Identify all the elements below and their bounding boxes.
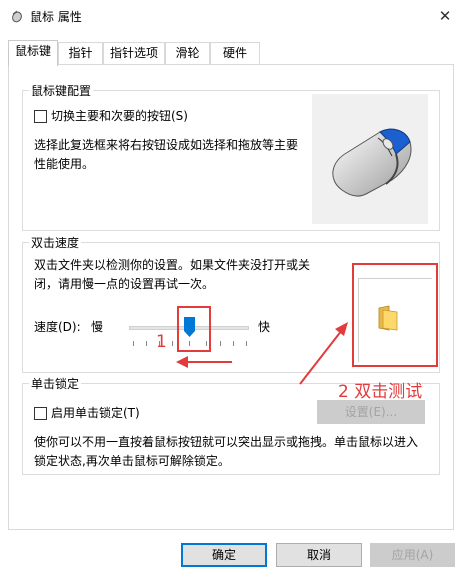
slider-tick (233, 341, 234, 346)
double-click-description: 双击文件夹以检测你的设置。如果文件夹没打开或关闭，请用慢一点的设置再试一次。 (34, 258, 311, 291)
slider-tick (146, 341, 147, 346)
click-lock-settings-button[interactable]: 设置(E)... (317, 400, 425, 424)
cancel-button[interactable]: 取消 (276, 543, 362, 567)
slider-tick (246, 341, 247, 346)
tab-pointer-options[interactable]: 指针选项 (103, 42, 165, 64)
mouse-illustration (332, 128, 412, 197)
tab-pointers[interactable]: 指针 (58, 42, 103, 64)
slider-tick (172, 341, 173, 346)
button-config-group-title: 鼠标键配置 (29, 82, 94, 99)
slider-tick (220, 341, 221, 346)
speed-slider-thumb[interactable] (184, 317, 195, 337)
folder-icon[interactable] (375, 304, 403, 332)
swap-buttons-description: 选择此复选框来将右按钮设成如选择和拖放等主要性能使用。 (34, 138, 299, 171)
speed-label: 速度(D): (34, 320, 81, 334)
mouse-icon (12, 10, 22, 23)
annotation-step-two: 2 双击测试 (338, 382, 423, 402)
tab-wheel[interactable]: 滑轮 (165, 42, 210, 64)
tab-buttons[interactable]: 鼠标键 (8, 40, 58, 66)
ok-button[interactable]: 确定 (181, 543, 267, 567)
annotation-step-one: 1 (156, 332, 167, 352)
click-lock-checkbox[interactable] (34, 407, 47, 420)
apply-button[interactable]: 应用(A) (370, 543, 455, 567)
tab-hardware[interactable]: 硬件 (210, 42, 260, 64)
slider-tick (133, 341, 134, 346)
window-title: 鼠标 属性 (30, 10, 82, 24)
click-lock-label[interactable]: 启用单击锁定(T) (51, 404, 140, 423)
swap-buttons-checkbox[interactable] (34, 110, 47, 123)
speed-fast-label: 快 (258, 320, 271, 334)
click-lock-group-title: 单击锁定 (29, 375, 82, 392)
swap-buttons-label[interactable]: 切换主要和次要的按钮(S) (51, 107, 188, 126)
speed-slow-label: 慢 (91, 320, 104, 334)
click-lock-description: 使你可以不用一直按着鼠标按钮就可以突出显示或拖拽。单击鼠标以进入锁定状态,再次单… (34, 435, 419, 468)
double-click-group-title: 双击速度 (29, 234, 82, 251)
close-button[interactable]: ✕ (430, 2, 460, 30)
